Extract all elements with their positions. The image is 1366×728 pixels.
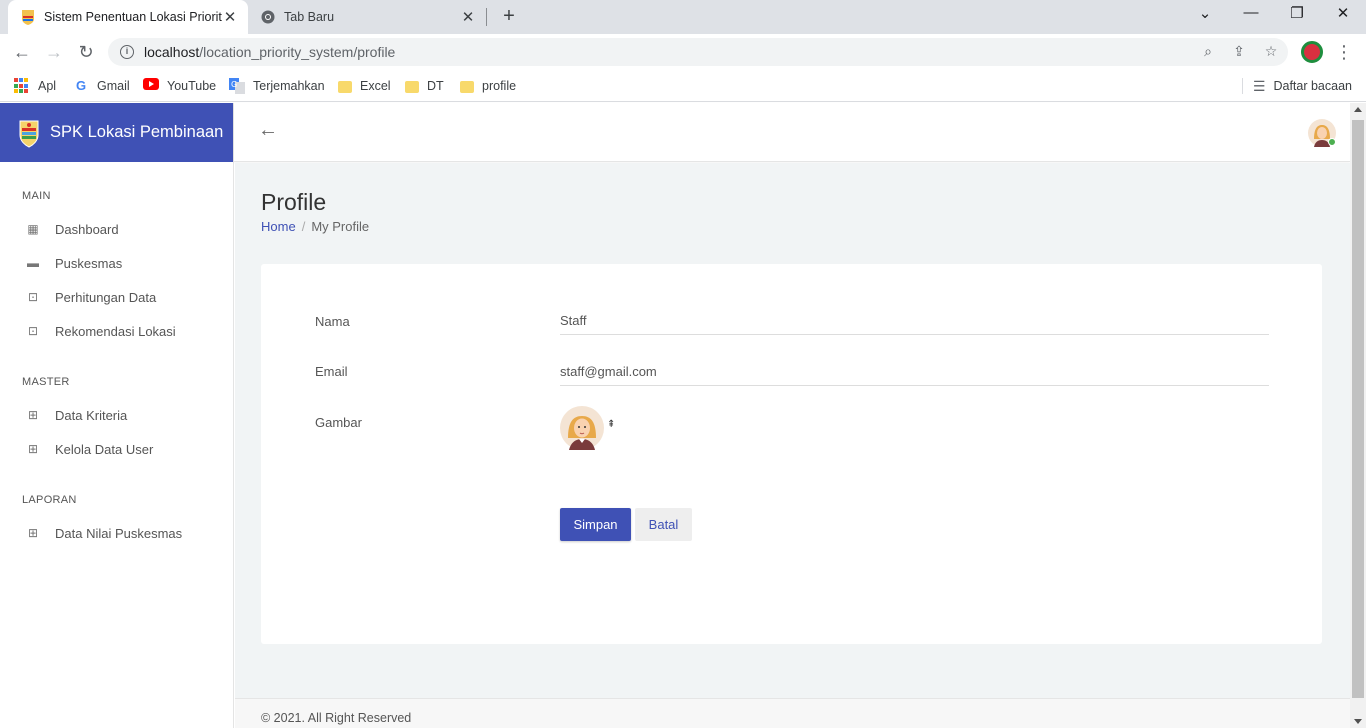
cancel-button[interactable]: Batal xyxy=(635,508,692,541)
save-button[interactable]: Simpan xyxy=(560,508,631,541)
address-bar[interactable]: i localhost/location_priority_system/pro… xyxy=(108,38,1288,66)
url-path: /location_priority_system/profile xyxy=(199,44,396,60)
page-scrollbar[interactable] xyxy=(1350,103,1366,728)
sidebar-item-data-nilai-puskesmas[interactable]: ⊞ Data Nilai Puskesmas xyxy=(0,516,233,550)
tab-search-icon[interactable]: ⌄ xyxy=(1182,4,1228,26)
back-icon[interactable]: ← xyxy=(10,40,34,64)
tab-inactive[interactable]: Tab Baru ✕ xyxy=(248,0,486,34)
sidebar-item-rekomendasi-lokasi[interactable]: ⊡ Rekomendasi Lokasi xyxy=(0,314,233,348)
scrollbar-thumb[interactable] xyxy=(1352,120,1364,698)
breadcrumb-separator: / xyxy=(301,219,306,234)
breadcrumb-current: My Profile xyxy=(311,219,370,234)
bookmark-excel[interactable]: Excel xyxy=(338,76,391,96)
page-title: Profile xyxy=(261,189,327,215)
main-content: Profile Home / My Profile Nama Staff Email… xyxy=(235,163,1350,728)
tab-title: Tab Baru xyxy=(284,10,335,24)
site-info-icon[interactable]: i xyxy=(120,45,134,59)
sidebar-item-kelola-data-user[interactable]: ⊞ Kelola Data User xyxy=(0,432,233,466)
browser-menu-icon[interactable]: ⋮ xyxy=(1334,40,1354,64)
footer: © 2021. All Right Reserved xyxy=(235,698,1350,728)
grid-icon: ⊞ xyxy=(27,408,39,422)
browser-profile-avatar[interactable] xyxy=(1301,41,1323,63)
folder-icon xyxy=(460,81,474,93)
brand-title: SPK Lokasi Pembinaan xyxy=(50,123,224,141)
scroll-down-arrow-icon[interactable] xyxy=(1354,719,1362,724)
image-label: Gambar xyxy=(315,415,362,430)
dashboard-icon: ▦ xyxy=(27,222,39,236)
scroll-up-arrow-icon[interactable] xyxy=(1354,107,1362,112)
web-page: SPK Lokasi Pembinaan MAIN ▦ Dashboard ▬ … xyxy=(0,103,1366,728)
grid-icon: ⊞ xyxy=(27,442,39,456)
sidebar-item-data-kriteria[interactable]: ⊞ Data Kriteria xyxy=(0,398,233,432)
sidebar-item-perhitungan-data[interactable]: ⊡ Perhitungan Data xyxy=(0,280,233,314)
reading-list-button[interactable]: ☰ Daftar bacaan xyxy=(1253,76,1352,96)
arrow-left-icon[interactable]: ← xyxy=(258,119,278,142)
minimize-icon[interactable]: — xyxy=(1228,4,1274,26)
reading-list-icon: ☰ xyxy=(1252,77,1266,94)
upload-icon[interactable]: ⇞ xyxy=(607,419,615,430)
new-tab-icon[interactable]: + xyxy=(498,6,520,28)
apps-grid-icon xyxy=(14,78,30,94)
translate-icon: G xyxy=(229,78,245,94)
brand-header[interactable]: SPK Lokasi Pembinaan xyxy=(0,103,233,162)
bookmark-star-icon[interactable]: ☆ xyxy=(1260,40,1282,62)
sidebar-item-dashboard[interactable]: ▦ Dashboard xyxy=(0,212,233,246)
tab-separator xyxy=(486,8,487,26)
bookmark-translate[interactable]: G Terjemahkan xyxy=(229,76,325,96)
url-host: localhost xyxy=(144,44,200,60)
menu-section-master: MASTER xyxy=(22,376,70,388)
bookmark-gmail[interactable]: G Gmail xyxy=(73,76,130,96)
bookmark-youtube[interactable]: YouTube xyxy=(143,76,216,96)
zoom-icon[interactable]: ⌕ xyxy=(1197,40,1219,62)
folder-icon xyxy=(338,81,352,93)
sidebar: SPK Lokasi Pembinaan MAIN ▦ Dashboard ▬ … xyxy=(0,103,234,728)
browser-tab-bar: Sistem Penentuan Lokasi Priorita ✕ Tab B… xyxy=(0,0,1366,34)
name-label: Nama xyxy=(315,314,350,329)
bookmark-apps[interactable]: Apl xyxy=(14,76,56,96)
restore-icon[interactable]: ❐ xyxy=(1274,4,1320,26)
breadcrumb-home-link[interactable]: Home xyxy=(261,219,296,234)
sidebar-item-puskesmas[interactable]: ▬ Puskesmas xyxy=(0,246,233,280)
browser-toolbar: ← → ↻ i localhost/location_priority_syst… xyxy=(0,34,1366,70)
google-icon: G xyxy=(75,78,87,93)
tab-active[interactable]: Sistem Penentuan Lokasi Priorita ✕ xyxy=(8,0,248,34)
chrome-icon xyxy=(260,9,276,25)
email-field[interactable]: staff@gmail.com xyxy=(560,358,1269,386)
building-icon: ▬ xyxy=(27,256,39,270)
youtube-icon xyxy=(143,78,159,94)
name-field[interactable]: Staff xyxy=(560,307,1269,335)
profile-form-card: Nama Staff Email staff@gmail.com Gambar … xyxy=(261,264,1322,644)
online-status-indicator xyxy=(1328,138,1336,146)
breadcrumb: Home / My Profile xyxy=(261,219,369,234)
bookmark-profile[interactable]: profile xyxy=(460,76,516,96)
grid-icon: ⊞ xyxy=(27,526,39,540)
menu-section-laporan: LAPORAN xyxy=(22,494,77,506)
close-tab-icon[interactable]: ✕ xyxy=(460,8,476,26)
brand-logo-icon xyxy=(18,118,40,148)
share-icon[interactable]: ⇪ xyxy=(1228,40,1250,62)
menu-section-main: MAIN xyxy=(22,190,51,202)
svg-text:G: G xyxy=(231,80,237,89)
site-favicon-icon xyxy=(20,9,36,25)
folder-icon xyxy=(405,81,419,93)
tab-title: Sistem Penentuan Lokasi Priorita xyxy=(44,10,222,24)
top-bar: ← xyxy=(234,103,1350,162)
forward-icon[interactable]: → xyxy=(42,40,66,64)
close-window-icon[interactable]: ✕ xyxy=(1320,4,1366,26)
email-label: Email xyxy=(315,364,348,379)
location-icon: ⊡ xyxy=(27,324,39,338)
bookmarks-separator xyxy=(1242,78,1243,94)
reload-icon[interactable]: ↻ xyxy=(74,40,98,64)
profile-image[interactable] xyxy=(560,406,604,450)
bookmarks-bar: Apl G Gmail YouTube G Terjemahkan Excel … xyxy=(0,70,1366,102)
bookmark-dt[interactable]: DT xyxy=(405,76,444,96)
calculator-icon: ⊡ xyxy=(27,290,39,304)
close-tab-icon[interactable]: ✕ xyxy=(222,8,238,26)
